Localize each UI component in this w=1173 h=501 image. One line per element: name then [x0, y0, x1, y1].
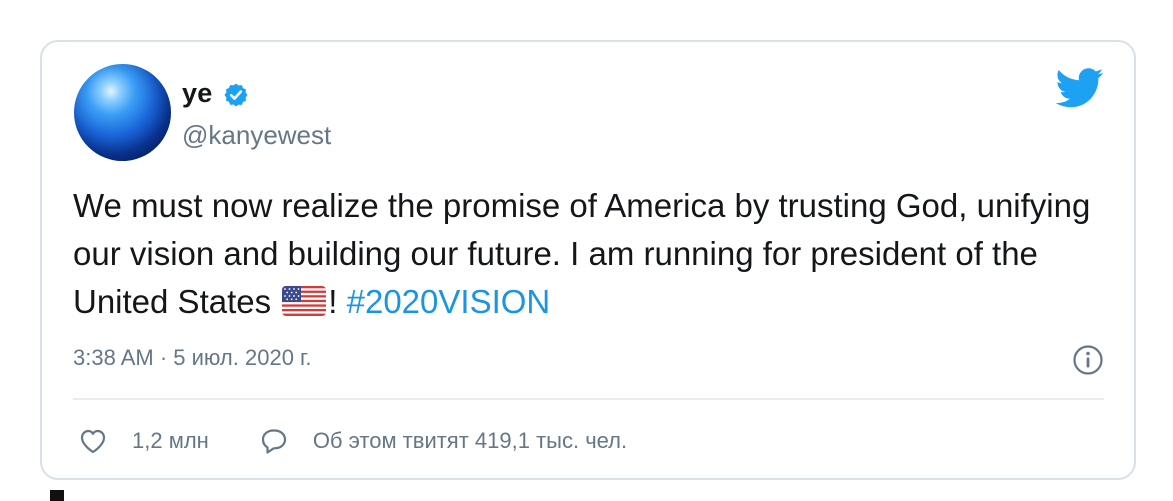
cropped-text-line	[50, 490, 82, 501]
info-icon[interactable]	[1072, 344, 1104, 376]
discussion-link[interactable]: Об этом твитят 419,1 тыс. чел.	[313, 428, 627, 454]
tweet-text-body: We must now realize the promise of Ameri…	[73, 187, 1091, 320]
display-name[interactable]: ye	[182, 78, 212, 109]
heart-icon[interactable]	[78, 426, 108, 456]
us-flag-icon	[282, 286, 327, 316]
tweet-timestamp[interactable]: 3:38 AM · 5 июл. 2020 г.	[73, 345, 312, 371]
avatar[interactable]	[74, 64, 171, 161]
like-count[interactable]: 1,2 млн	[132, 428, 209, 454]
verified-badge-icon	[224, 83, 248, 107]
divider	[73, 398, 1104, 400]
speech-bubble-icon[interactable]	[259, 426, 289, 456]
tweet-text: We must now realize the promise of Ameri…	[73, 182, 1113, 326]
tweet-actions: 1,2 млн Об этом твитят 419,1 тыс. чел.	[78, 424, 627, 458]
tweet-text-exclamation: !	[328, 283, 347, 320]
twitter-bird-icon[interactable]	[1056, 68, 1104, 108]
user-handle[interactable]: @kanyewest	[182, 120, 331, 151]
hashtag-link[interactable]: #2020VISION	[347, 283, 551, 320]
page: ye @kanyewest We must now realize the pr…	[0, 0, 1173, 501]
tweet-embed-card[interactable]: ye @kanyewest We must now realize the pr…	[40, 40, 1136, 480]
